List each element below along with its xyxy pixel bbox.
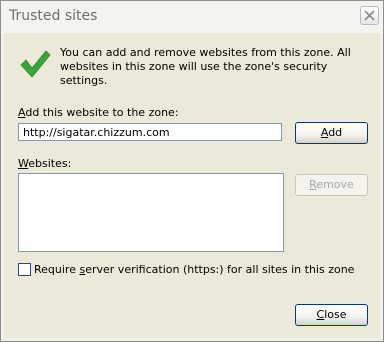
trusted-sites-dialog: Trusted sites You can add and remove web… xyxy=(0,0,384,342)
close-button[interactable]: Close xyxy=(295,304,368,326)
checkmark-icon xyxy=(20,50,51,78)
close-icon xyxy=(364,10,375,21)
window-title: Trusted sites xyxy=(9,8,98,24)
title-bar: Trusted sites xyxy=(1,1,383,33)
add-site-input[interactable] xyxy=(18,123,282,141)
dialog-body: You can add and remove websites from thi… xyxy=(4,33,380,338)
require-https-label: Require server verification (https:) for… xyxy=(34,263,355,276)
websites-label: Websites: xyxy=(18,157,72,170)
add-button[interactable]: Add xyxy=(295,122,368,144)
zone-description: You can add and remove websites from thi… xyxy=(60,46,351,87)
window-close-button[interactable] xyxy=(360,6,379,25)
remove-button[interactable]: Remove xyxy=(295,174,368,196)
websites-listbox[interactable] xyxy=(18,173,284,252)
add-site-label: Add this website to the zone: xyxy=(18,106,179,119)
require-https-checkbox[interactable] xyxy=(18,263,31,276)
